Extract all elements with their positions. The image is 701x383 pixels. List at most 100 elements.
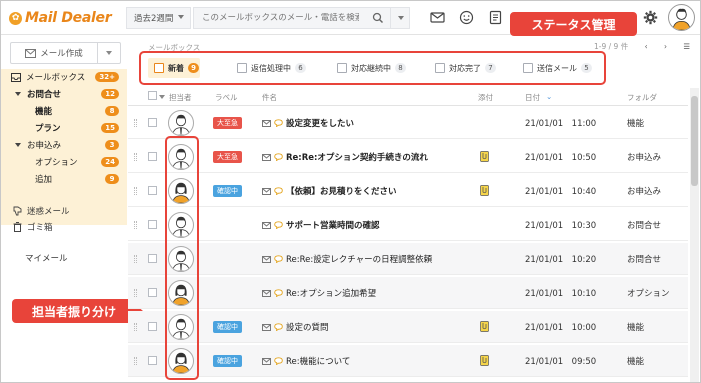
tab-checkbox[interactable]	[435, 63, 445, 73]
compose-button[interactable]: メール作成	[10, 42, 121, 64]
tab-sent[interactable]: 送信メール 5	[523, 61, 592, 75]
sidebar-item-application[interactable]: お申込み 3	[1, 137, 127, 153]
chevron-down-icon[interactable]	[159, 95, 165, 99]
count-badge: 24	[101, 157, 119, 167]
drag-handle[interactable]	[134, 255, 137, 263]
mail-icon	[25, 48, 37, 58]
period-select[interactable]: 過去2週間	[126, 7, 191, 29]
compose-button-main[interactable]: メール作成	[11, 47, 97, 59]
subject[interactable]: Re:Re:オプション契約手続きの流れ	[262, 151, 428, 163]
subject[interactable]: 設定変更をしたい	[262, 117, 354, 129]
row-checkbox[interactable]	[148, 254, 157, 263]
logo[interactable]: ✿ Mail Dealer	[9, 9, 112, 27]
subject[interactable]: Re:機能について	[262, 355, 350, 367]
column-subject[interactable]: 件名	[262, 92, 277, 103]
table-row[interactable]: Re:Re:設定レクチャーの日程調整依頼 21/01/01 10:20 お問合せ	[128, 243, 688, 275]
tab-in-progress[interactable]: 対応継続中 8	[337, 61, 406, 75]
drag-handle[interactable]	[134, 289, 137, 297]
table-row[interactable]: 確認中 Re:機能について 21/01/01 09:50 機能	[128, 345, 688, 377]
label-badge[interactable]: 大至急	[213, 151, 242, 163]
tab-checkbox[interactable]	[337, 63, 347, 73]
table-row[interactable]: 確認中 設定の質問 21/01/01 10:00 機能	[128, 311, 688, 343]
row-checkbox[interactable]	[148, 186, 157, 195]
attachment-icon[interactable]	[480, 184, 489, 196]
search-icon[interactable]	[372, 12, 384, 24]
tab-checkbox[interactable]	[237, 63, 247, 73]
table-row[interactable]: 確認中 【依頼】お見積りをください 21/01/01 10:40 お申込み	[128, 175, 688, 207]
column-label[interactable]: ラベル	[215, 92, 238, 103]
scrollbar-thumb[interactable]	[691, 96, 698, 186]
select-all-checkbox[interactable]	[148, 91, 157, 100]
table-row[interactable]: Re:オプション追加希望 21/01/01 10:10 オプション	[128, 277, 688, 309]
mail-icon[interactable]	[430, 10, 445, 25]
search-options-button[interactable]	[390, 8, 410, 28]
subject[interactable]: Re:Re:設定レクチャーの日程調整依頼	[262, 253, 432, 265]
search-input[interactable]	[194, 13, 359, 23]
tab-new[interactable]: 新着 9	[154, 61, 199, 75]
sidebar-item-addition[interactable]: 追加 9	[1, 171, 127, 187]
row-checkbox[interactable]	[148, 152, 157, 161]
column-assignee[interactable]: 担当者	[169, 92, 192, 103]
comment-icon	[274, 119, 283, 127]
assignee-avatar[interactable]	[168, 110, 194, 136]
drag-handle[interactable]	[134, 357, 137, 365]
tab-completed[interactable]: 対応完了 7	[435, 61, 496, 75]
logo-icon: ✿	[9, 11, 22, 25]
drag-handle[interactable]	[134, 119, 137, 127]
sidebar-item-function[interactable]: 機能 8	[1, 103, 127, 119]
column-attachment[interactable]: 添付	[478, 92, 493, 103]
subject[interactable]: 【依頼】お見積りをください	[262, 185, 397, 197]
row-checkbox[interactable]	[148, 118, 157, 127]
chevron-right-icon[interactable]: ›	[664, 42, 667, 51]
tab-checkbox[interactable]	[154, 63, 164, 73]
table-row[interactable]: サポート営業時間の確認 21/01/01 10:30 お問合せ	[128, 209, 688, 241]
subject[interactable]: サポート営業時間の確認	[262, 219, 380, 231]
sidebar-item-inquiry[interactable]: お問合せ 12	[1, 86, 127, 102]
tab-checkbox[interactable]	[523, 63, 533, 73]
folder: お問合せ	[627, 221, 662, 231]
scrollbar[interactable]	[690, 88, 699, 382]
column-date[interactable]: 日付	[525, 92, 540, 103]
drag-handle[interactable]	[134, 187, 137, 195]
tab-label: 対応完了	[449, 63, 481, 73]
label-badge[interactable]: 確認中	[213, 321, 242, 333]
label-badge[interactable]: 大至急	[213, 117, 242, 129]
row-checkbox[interactable]	[148, 356, 157, 365]
attachment-icon[interactable]	[480, 150, 489, 162]
drag-handle[interactable]	[134, 221, 137, 229]
tab-label: 新着	[168, 63, 184, 73]
compose-options-button[interactable]	[97, 43, 120, 63]
sidebar-item-mymail[interactable]: マイメール	[25, 252, 68, 264]
list-view-icon[interactable]: ☰	[683, 42, 690, 51]
table-row[interactable]: 大至急 設定変更をしたい 21/01/01 11:00 機能	[128, 107, 688, 139]
label-badge[interactable]: 確認中	[213, 355, 242, 367]
drag-handle[interactable]	[134, 153, 137, 161]
sidebar-item-mailbox[interactable]: メールボックス 32+	[1, 69, 127, 85]
smiley-icon[interactable]	[459, 10, 474, 25]
sidebar-item-option[interactable]: オプション 24	[1, 154, 127, 170]
chevron-left-icon[interactable]: ‹	[645, 42, 648, 51]
subject-text: 設定変更をしたい	[286, 119, 355, 129]
sidebar-item-spam[interactable]: 迷惑メール	[13, 205, 70, 217]
sidebar-item-plan[interactable]: プラン 15	[1, 120, 127, 136]
row-checkbox[interactable]	[148, 288, 157, 297]
row-checkbox[interactable]	[148, 322, 157, 331]
document-icon[interactable]	[488, 10, 503, 25]
attachment-icon[interactable]	[480, 354, 489, 366]
row-checkbox[interactable]	[148, 220, 157, 229]
sidebar-item-label: 追加	[35, 175, 53, 185]
sort-desc-icon[interactable]: ⌄	[546, 92, 552, 101]
subject-text: Re:オプション追加希望	[286, 289, 377, 299]
label-badge[interactable]: 確認中	[213, 185, 242, 197]
user-avatar[interactable]	[668, 4, 695, 31]
attachment-icon[interactable]	[480, 320, 489, 332]
table-row[interactable]: 大至急 Re:Re:オプション契約手続きの流れ 21/01/01 10:50 お申込み	[128, 141, 688, 173]
subject[interactable]: Re:オプション追加希望	[262, 287, 376, 299]
subject[interactable]: 設定の質問	[262, 321, 329, 333]
sidebar-item-trash[interactable]: ゴミ箱	[13, 221, 53, 233]
tab-count: 5	[581, 63, 592, 73]
drag-handle[interactable]	[134, 323, 137, 331]
tab-replying[interactable]: 返信処理中 6	[237, 61, 306, 75]
gear-icon[interactable]	[643, 10, 658, 25]
column-folder[interactable]: フォルダ	[627, 92, 657, 103]
